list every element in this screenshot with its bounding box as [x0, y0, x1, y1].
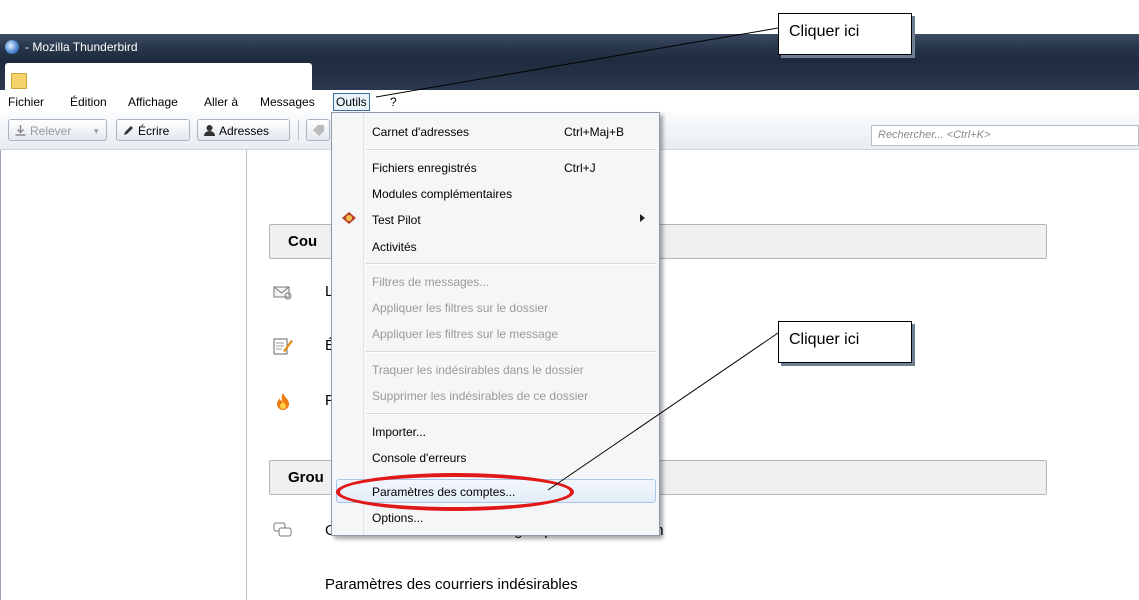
callout-lines [375, 27, 779, 491]
callout-click-here-2: Cliquer ici [778, 321, 912, 363]
callout-click-here-1: Cliquer ici [778, 13, 912, 55]
